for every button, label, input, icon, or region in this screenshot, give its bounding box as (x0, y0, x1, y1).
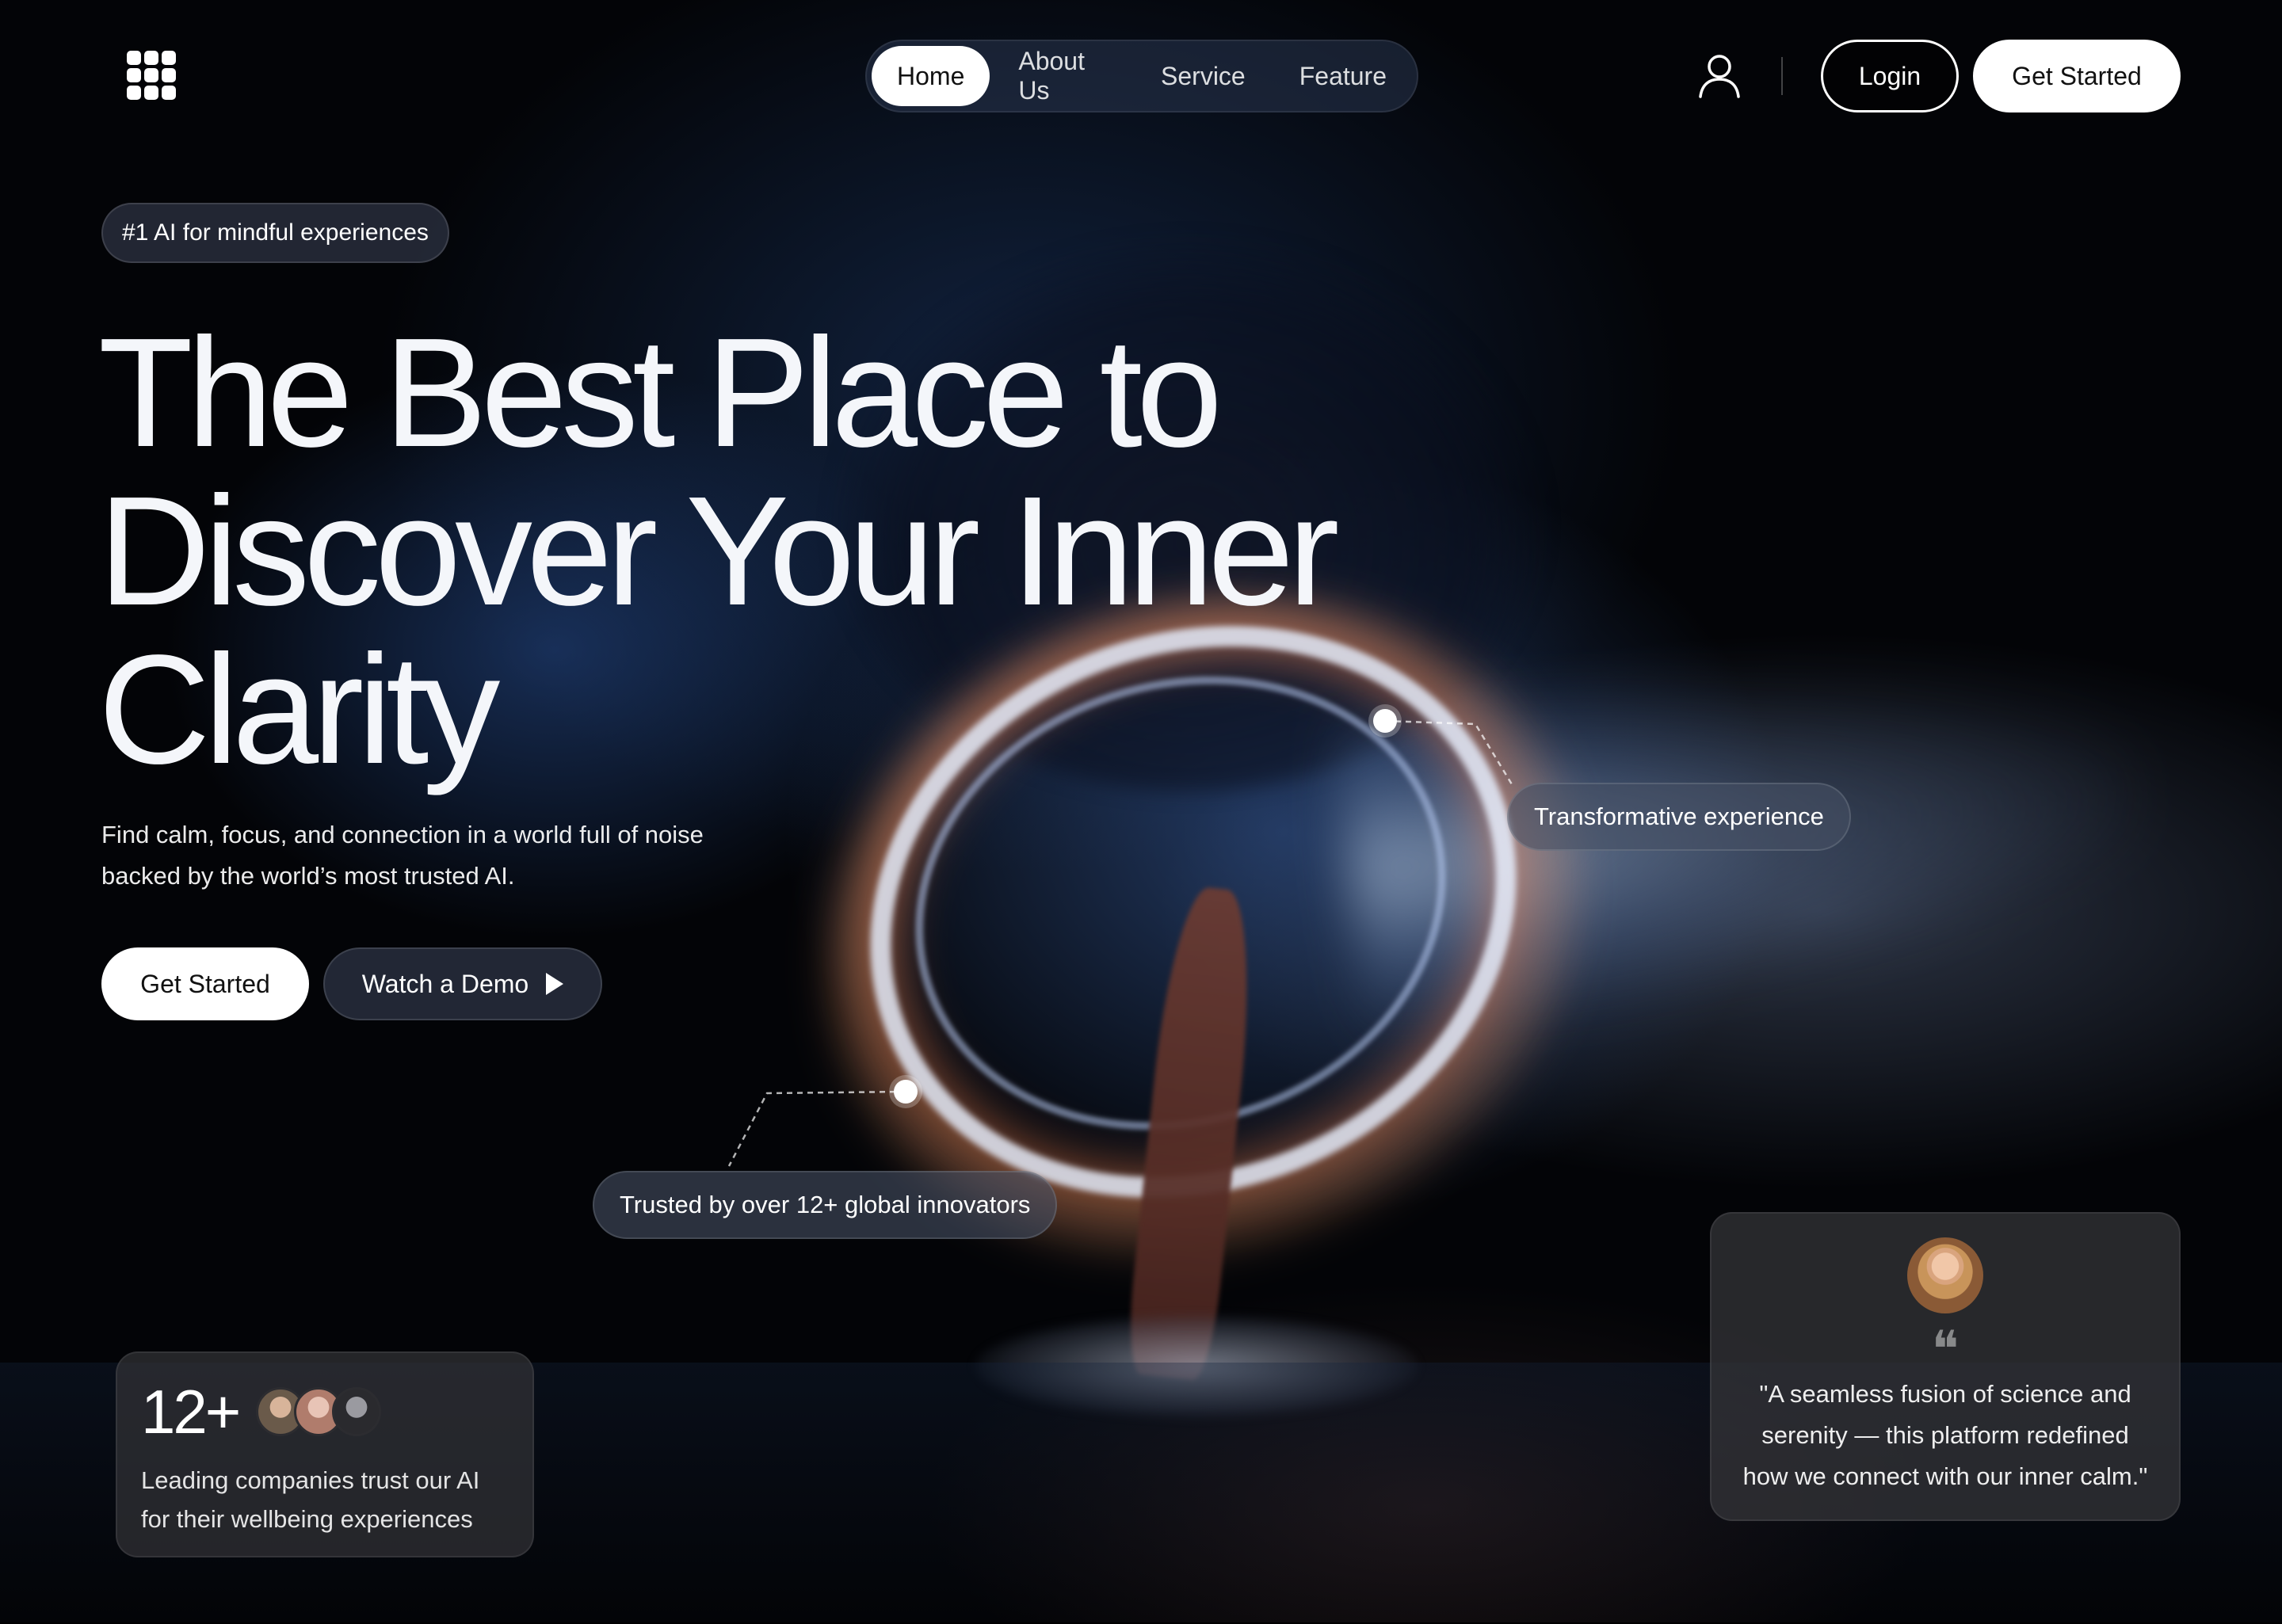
callout-transformative: Transformative experience (1507, 783, 1851, 851)
hero-headline: The Best Place to Discover Your Inner Cl… (98, 314, 1445, 789)
callout-trusted: Trusted by over 12+ global innovators (593, 1171, 1058, 1239)
grid-logo-icon[interactable] (127, 51, 177, 101)
hero-subtext: Find calm, focus, and connection in a wo… (101, 814, 815, 897)
testimonial-line: how we connect with our inner calm." (1742, 1462, 2148, 1490)
nav-item-service[interactable]: Service (1135, 46, 1271, 106)
nav-divider (1781, 57, 1783, 95)
header-get-started-button[interactable]: Get Started (1973, 40, 2181, 112)
stat-card: 12+ Leading companies trust our AI for t… (116, 1351, 534, 1557)
testimonial-line: serenity — this platform redefined (1761, 1421, 2129, 1449)
subtext-line: Find calm, focus, and connection in a wo… (101, 821, 704, 848)
headline-line: Clarity (98, 623, 500, 796)
testimonial-line: "A seamless fusion of science and (1759, 1380, 2131, 1408)
stat-line: for their wellbeing experiences (141, 1505, 473, 1533)
avatar (1907, 1237, 1983, 1313)
watch-demo-button[interactable]: Watch a Demo (323, 947, 602, 1020)
play-icon (546, 973, 564, 995)
hero-get-started-button[interactable]: Get Started (101, 947, 309, 1020)
hero-tag-badge: #1 AI for mindful experiences (101, 203, 449, 263)
avatar (332, 1387, 382, 1436)
testimonial-text: "A seamless fusion of science and sereni… (1735, 1374, 2155, 1497)
subtext-line: backed by the world’s most trusted AI. (101, 862, 515, 890)
stat-description: Leading companies trust our AI for their… (141, 1461, 509, 1538)
login-button[interactable]: Login (1821, 40, 1959, 112)
callout-dot-right[interactable] (1373, 709, 1397, 733)
callout-dot-left[interactable] (894, 1080, 918, 1104)
main-nav: Home About Us Service Feature (865, 40, 1418, 112)
stat-number: 12+ (141, 1377, 241, 1447)
quote-icon: ❝ (1931, 1321, 1960, 1379)
nav-item-about-us[interactable]: About Us (993, 46, 1132, 106)
headline-line: Discover Your Inner (98, 464, 1340, 638)
stat-line: Leading companies trust our AI (141, 1466, 480, 1494)
avatar-group (256, 1387, 382, 1436)
nav-item-feature[interactable]: Feature (1274, 46, 1412, 106)
headline-line: The Best Place to (98, 306, 1223, 479)
nav-item-home[interactable]: Home (872, 46, 990, 106)
user-icon[interactable] (1694, 49, 1745, 100)
testimonial-card: ❝ "A seamless fusion of science and sere… (1710, 1212, 2181, 1521)
watch-demo-label: Watch a Demo (361, 969, 529, 998)
